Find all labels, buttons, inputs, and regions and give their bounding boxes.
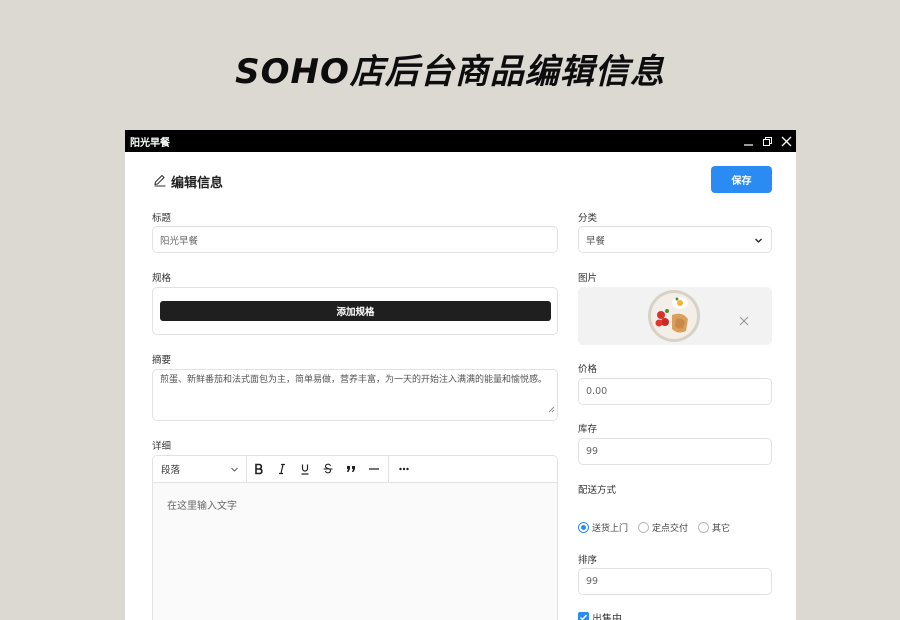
edit-icon <box>153 172 167 191</box>
category-value: 早餐 <box>586 235 606 247</box>
bold-icon[interactable] <box>247 456 270 483</box>
banner-title: SOHO店后台商品编辑信息 <box>235 52 665 92</box>
spec-label: 规格 <box>152 273 172 284</box>
detail-label: 详细 <box>152 441 172 452</box>
stock-input[interactable]: 99 <box>578 438 772 465</box>
price-input[interactable]: 0.00 <box>578 378 772 405</box>
editor-content[interactable]: 在这里输入文字 <box>153 483 557 620</box>
chevron-down-icon <box>754 236 763 248</box>
radio-icon[interactable] <box>698 522 710 533</box>
strikethrough-icon[interactable] <box>316 456 339 483</box>
chevron-down-icon <box>230 465 239 477</box>
image-label: 图片 <box>578 273 598 284</box>
form-heading: 编辑信息 <box>171 176 224 191</box>
image-upload[interactable] <box>578 287 772 345</box>
remove-image-icon[interactable] <box>739 311 749 330</box>
window-titlebar[interactable]: 阳光早餐 <box>125 130 796 152</box>
sort-input[interactable]: 99 <box>578 568 772 595</box>
window-title: 阳光早餐 <box>130 137 170 149</box>
add-spec-button[interactable]: 添加规格 <box>160 301 551 321</box>
summary-label: 摘要 <box>152 355 172 366</box>
paragraph-select[interactable]: 段落 <box>153 456 247 483</box>
rich-text-editor: 段落 在这里输入文字 <box>152 455 558 620</box>
app-window: 阳光早餐 编辑信息 保存 标题 阳光早餐 规格 添加规格 摘要 煎蛋、新鲜番茄和… <box>125 130 796 620</box>
delivery-option-label: 送货上门 <box>592 524 629 534</box>
summary-textarea[interactable]: 煎蛋、新鲜番茄和法式面包为主，简单易做，营养丰富，为一天的开始注入满满的能量和愉… <box>152 369 558 421</box>
delivery-option-other[interactable]: 其它 <box>698 521 730 534</box>
stock-label: 库存 <box>578 424 598 435</box>
delivery-option-door[interactable]: 送货上门 <box>578 521 628 534</box>
category-label: 分类 <box>578 213 598 224</box>
category-select[interactable]: 早餐 <box>578 226 772 253</box>
horizontal-rule-icon[interactable] <box>362 456 385 483</box>
underline-icon[interactable] <box>293 456 316 483</box>
radio-selected-icon[interactable] <box>578 522 589 533</box>
close-icon[interactable] <box>777 130 796 152</box>
spec-container: 添加规格 <box>152 287 558 335</box>
editor-placeholder: 在这里输入文字 <box>167 501 237 512</box>
edit-form: 编辑信息 保存 标题 阳光早餐 规格 添加规格 摘要 煎蛋、新鲜番茄和法式面包为… <box>125 152 796 620</box>
checkbox-checked-icon[interactable] <box>578 612 589 620</box>
sort-label: 排序 <box>578 555 598 566</box>
italic-icon[interactable] <box>270 456 293 483</box>
title-input[interactable]: 阳光早餐 <box>152 226 558 253</box>
restore-icon[interactable] <box>758 130 777 152</box>
delivery-radio-group: 送货上门 定点交付 其它 <box>578 521 736 534</box>
breakfast-plate-image <box>648 290 700 342</box>
quote-icon[interactable] <box>339 456 362 483</box>
minimize-icon[interactable] <box>739 130 758 152</box>
save-button[interactable]: 保存 <box>711 166 772 193</box>
on-sale-label: 出售中 <box>592 614 622 620</box>
delivery-option-label: 定点交付 <box>652 524 689 534</box>
title-label: 标题 <box>152 213 172 224</box>
on-sale-toggle[interactable]: 出售中 <box>578 610 622 620</box>
paragraph-select-label: 段落 <box>161 465 181 476</box>
delivery-label: 配送方式 <box>578 485 617 496</box>
editor-toolbar: 段落 <box>153 456 557 483</box>
radio-icon[interactable] <box>638 522 650 533</box>
resize-grip-icon[interactable] <box>548 405 555 418</box>
price-label: 价格 <box>578 364 598 375</box>
summary-text: 煎蛋、新鲜番茄和法式面包为主，简单易做，营养丰富，为一天的开始注入满满的能量和愉… <box>160 375 548 385</box>
form-header: 编辑信息 <box>153 172 223 191</box>
delivery-option-label: 其它 <box>712 524 731 534</box>
toolbar-divider <box>388 456 389 483</box>
more-icon[interactable] <box>392 456 415 483</box>
delivery-option-pickup[interactable]: 定点交付 <box>638 521 688 534</box>
